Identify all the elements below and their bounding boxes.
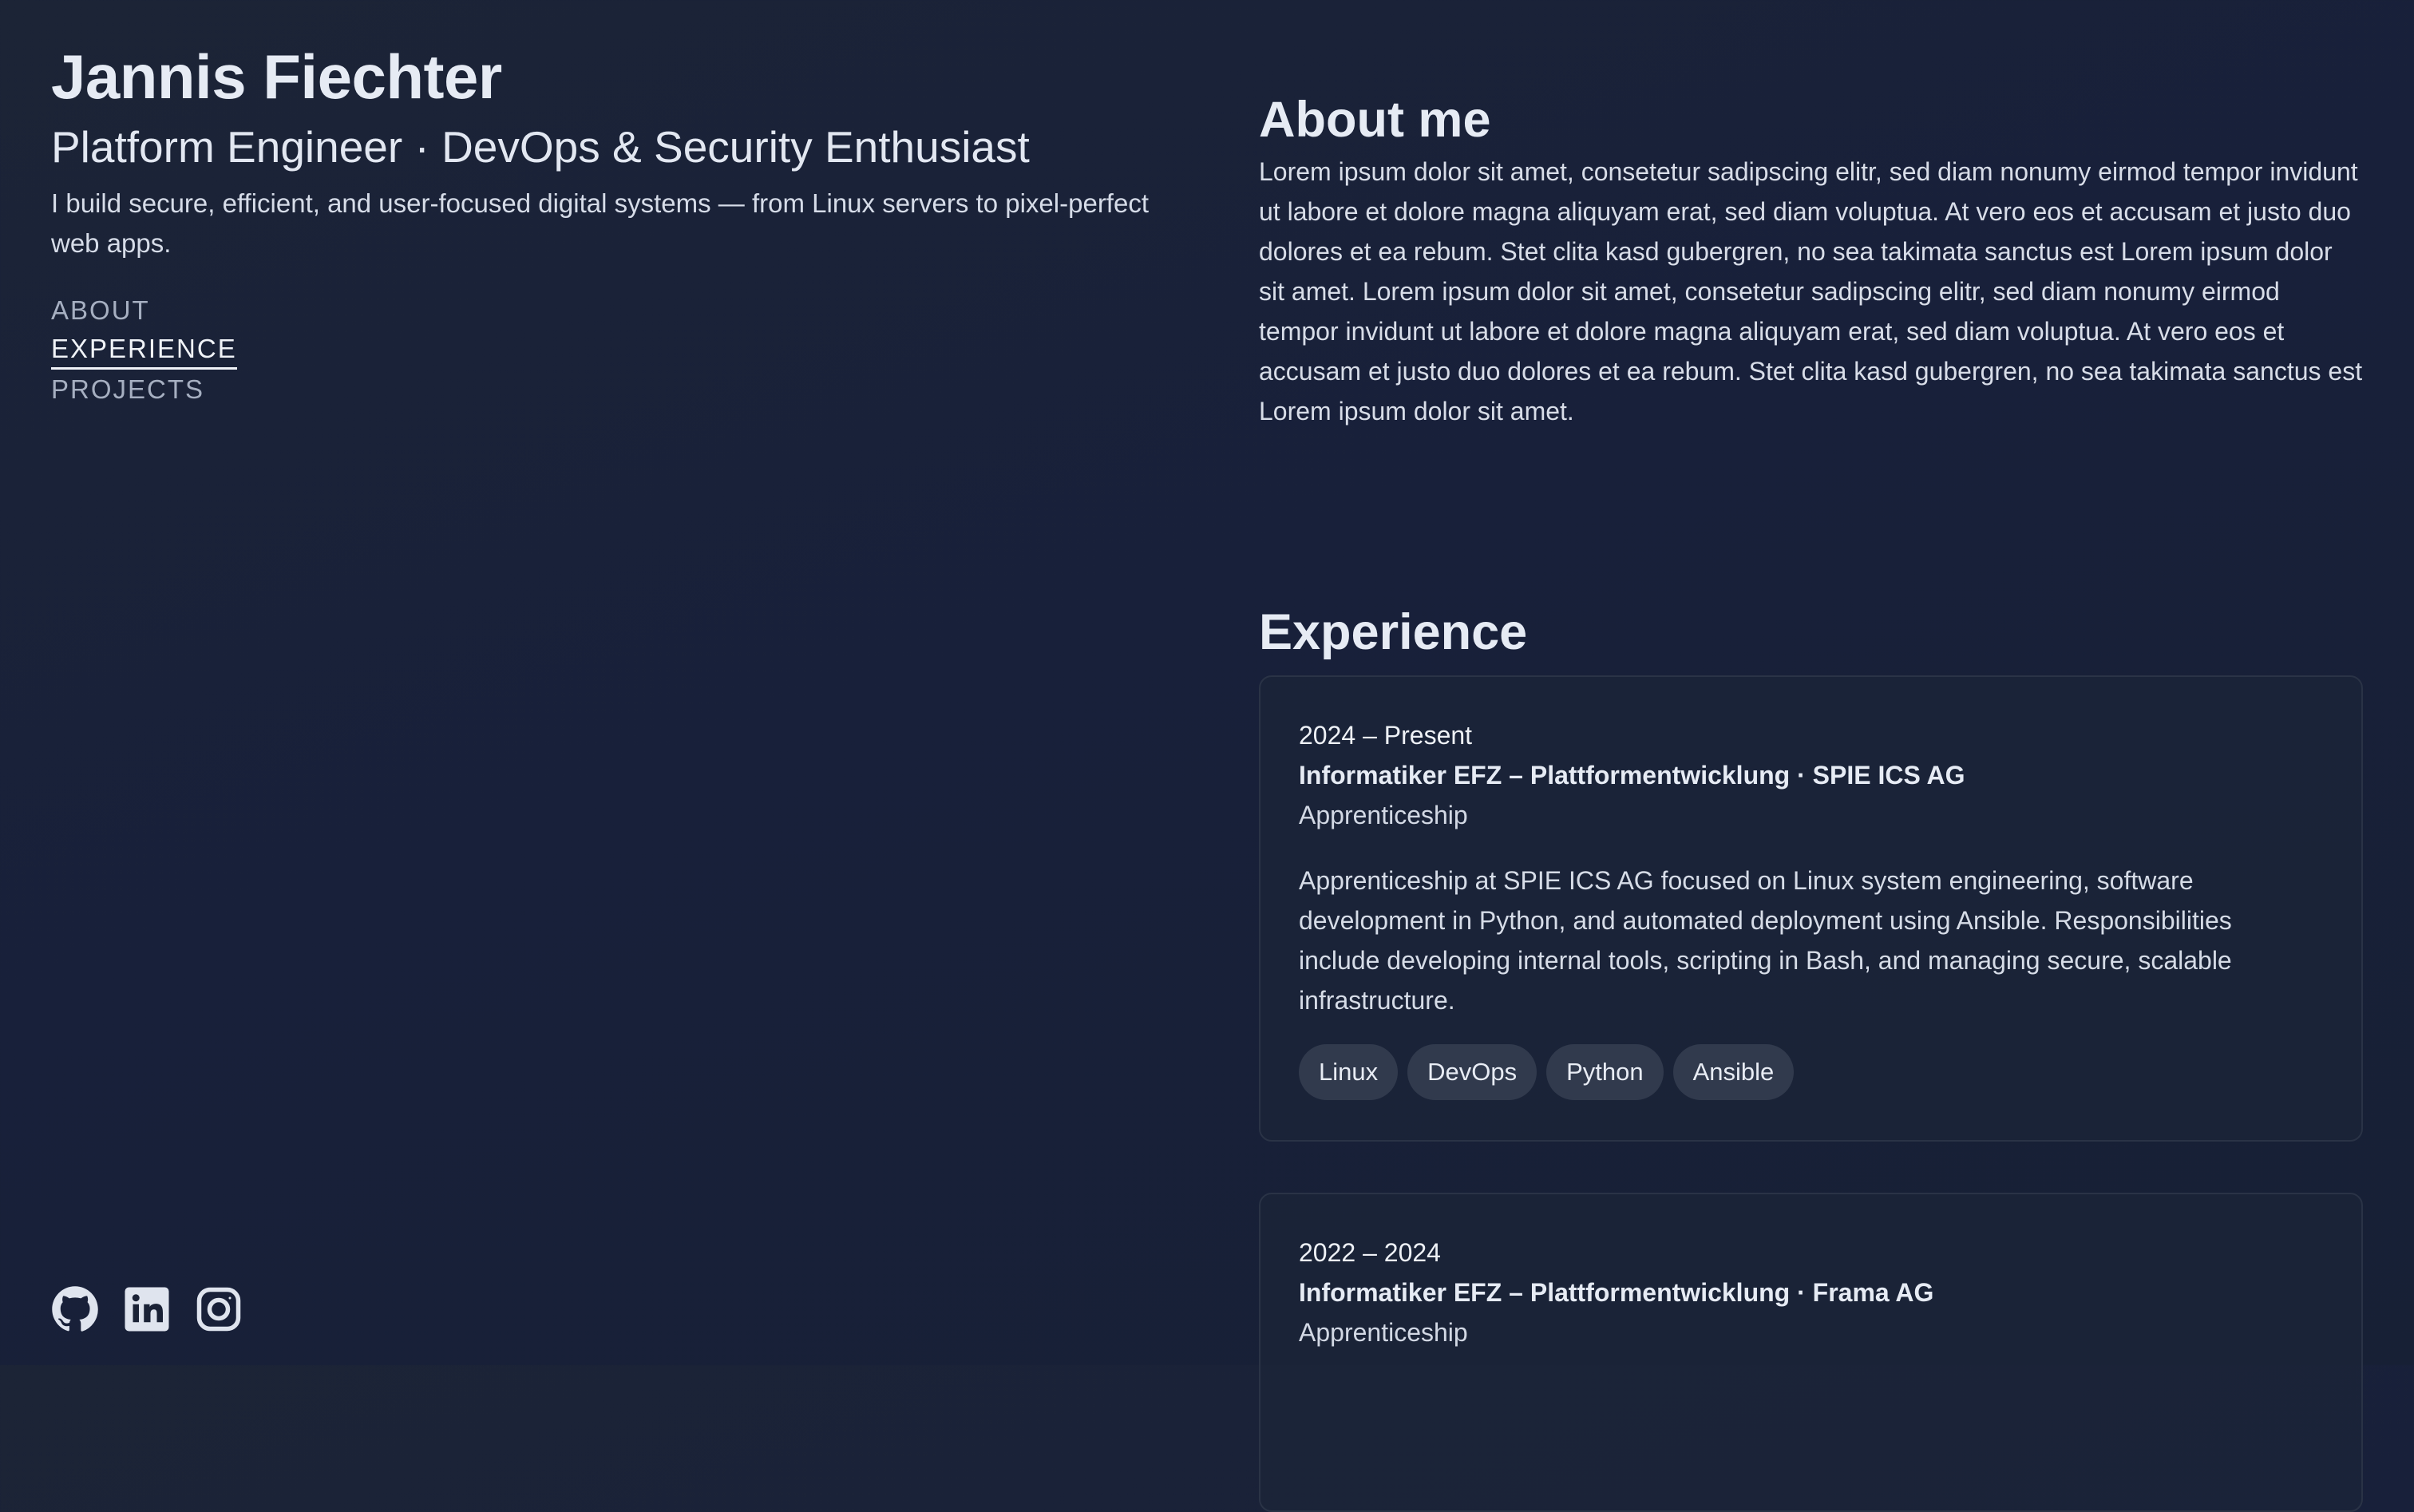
profile-name: Jannis Fiechter [51, 42, 502, 112]
nav-item-about[interactable]: ABOUT [51, 291, 150, 331]
tag: Linux [1299, 1044, 1399, 1100]
experience-type: Apprenticeship [1299, 801, 1468, 829]
profile-tagline: I build secure, efficient, and user-focu… [51, 188, 1149, 258]
instagram-icon[interactable] [195, 1285, 243, 1333]
experience-date: 2024 – Present [1299, 721, 1473, 750]
experience-description: Apprenticeship at SPIE ICS AG focused on… [1299, 866, 2232, 1015]
nav-item-projects[interactable]: PROJECTS [51, 370, 204, 410]
experience-role: Informatiker EFZ – Plattformentwicklung … [1299, 761, 1965, 790]
experience-card[interactable]: 2024 – Present Informatiker EFZ – Plattf… [1259, 675, 2363, 1142]
profile-header: Jannis Fiechter Platform Engineer · DevO… [51, 40, 1169, 1333]
about-title: About me [1259, 92, 1491, 148]
main-content: About me Lorem ipsum dolor sit amet, con… [1259, 88, 2363, 1512]
tag-list: Linux DevOps Python Ansible [1299, 1044, 2323, 1100]
experience-title: Experience [1259, 604, 1528, 660]
experience-date: 2022 – 2024 [1299, 1238, 1441, 1267]
linkedin-icon[interactable] [123, 1285, 171, 1333]
experience-card[interactable]: 2022 – 2024 Informatiker EFZ – Plattform… [1259, 1193, 2363, 1512]
tag: DevOps [1407, 1044, 1537, 1100]
tag: Ansible [1672, 1044, 1795, 1100]
tag: Python [1546, 1044, 1664, 1100]
github-icon[interactable] [51, 1285, 99, 1333]
social-links [51, 1285, 243, 1333]
experience-role: Informatiker EFZ – Plattformentwicklung … [1299, 1278, 1934, 1307]
about-section: About me Lorem ipsum dolor sit amet, con… [1259, 88, 2363, 431]
experience-type: Apprenticeship [1299, 1318, 1468, 1347]
nav-item-experience[interactable]: EXPERIENCE [51, 331, 237, 370]
section-nav: ABOUT EXPERIENCE PROJECTS [51, 291, 1169, 410]
profile-role: Platform Engineer · DevOps & Security En… [51, 122, 1030, 172]
about-text: Lorem ipsum dolor sit amet, consetetur s… [1259, 157, 2363, 425]
